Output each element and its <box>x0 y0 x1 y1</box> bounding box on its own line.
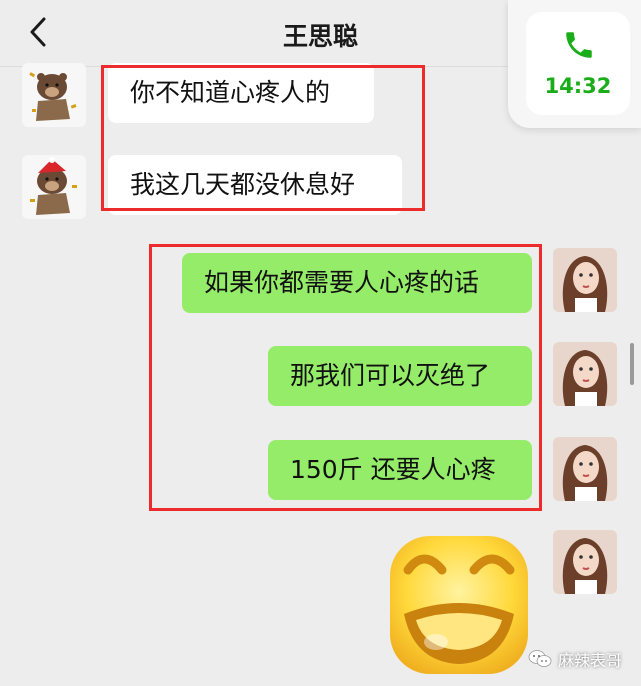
girl-avatar-icon <box>553 342 617 406</box>
watermark-text: 麻辣表哥 <box>558 651 623 670</box>
wechat-icon <box>528 650 552 667</box>
my-avatar[interactable] <box>553 342 617 406</box>
call-duration: 14:32 <box>544 74 612 98</box>
my-avatar[interactable] <box>553 248 617 312</box>
highlight-box <box>101 65 425 211</box>
call-button[interactable]: 14:32 <box>526 12 630 115</box>
scrollbar[interactable] <box>630 343 634 385</box>
laughing-emoji-sticker[interactable] <box>386 530 532 680</box>
girl-avatar-icon <box>553 437 617 501</box>
contact-avatar[interactable] <box>22 63 86 127</box>
my-avatar[interactable] <box>553 530 617 594</box>
my-avatar[interactable] <box>553 437 617 501</box>
girl-avatar-icon <box>553 530 617 594</box>
bear-avatar-icon <box>22 155 86 219</box>
highlight-box <box>149 244 542 511</box>
call-floating-window: 14:32 <box>508 0 641 128</box>
watermark: 麻辣表哥 <box>528 644 622 674</box>
girl-avatar-icon <box>553 248 617 312</box>
phone-icon <box>566 32 592 58</box>
contact-avatar[interactable] <box>22 155 86 219</box>
bear-avatar-icon <box>22 63 86 127</box>
